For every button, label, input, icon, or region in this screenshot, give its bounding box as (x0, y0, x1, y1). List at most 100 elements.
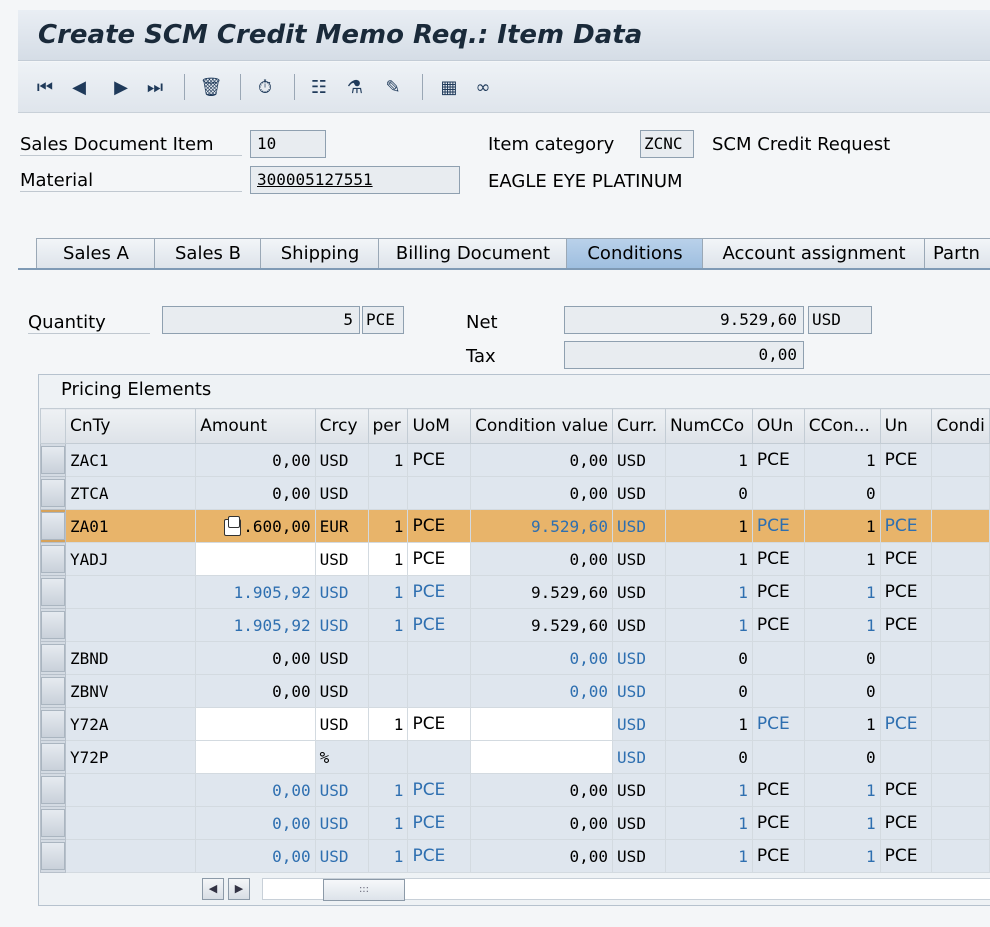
cell-amount[interactable] (195, 707, 316, 741)
cell-un[interactable]: PCE (879, 608, 933, 642)
cell-ccon[interactable]: 1 (803, 608, 881, 642)
cell-ccon[interactable]: 0 (803, 476, 881, 510)
cell-oun[interactable] (751, 476, 805, 510)
quantity-field[interactable]: 5 (162, 306, 360, 334)
cell-oun[interactable]: PCE (751, 443, 805, 477)
tab-sales-b[interactable]: Sales B (154, 238, 262, 269)
quantity-unit-field[interactable]: PCE (362, 306, 404, 334)
cell-curr[interactable]: USD (612, 476, 666, 510)
cell-condition-value[interactable]: 0,00 (470, 674, 614, 708)
cell-numcco[interactable]: 1 (664, 443, 753, 477)
row-selector[interactable] (40, 443, 66, 477)
delete-icon[interactable]: 🗑 (198, 74, 224, 100)
scrollbar-track[interactable]: ::: (262, 878, 990, 901)
horizontal-scrollbar[interactable]: ◀ ▶ ::: (200, 878, 990, 901)
calculator-icon[interactable]: ▦ (436, 74, 462, 100)
cell-condition-value[interactable]: 0,00 (470, 773, 614, 807)
col-header-cnty[interactable]: CnTy (64, 408, 197, 444)
cell-condition-value[interactable] (470, 707, 614, 741)
cell-condi[interactable] (931, 443, 990, 477)
cell-amount[interactable]: 0,00 (195, 773, 316, 807)
row-selector[interactable] (40, 740, 66, 774)
cell-oun[interactable]: PCE (751, 542, 805, 576)
cell-uom[interactable]: PCE (407, 608, 472, 642)
cell-condition-value[interactable]: 9.529,60 (470, 575, 614, 609)
cell-crcy[interactable]: USD (314, 674, 369, 708)
cell-uom[interactable]: PCE (407, 773, 472, 807)
prev-page-icon[interactable]: ◀ (66, 74, 92, 100)
cell-crcy[interactable]: USD (314, 806, 369, 840)
cell-oun[interactable]: PCE (751, 608, 805, 642)
cell-curr[interactable]: USD (612, 674, 666, 708)
cell-curr[interactable]: USD (612, 542, 666, 576)
col-header-condition-value[interactable]: Condition value (470, 408, 614, 444)
cell-curr[interactable]: USD (612, 773, 666, 807)
row-selector[interactable] (40, 806, 66, 840)
tab-shipping[interactable]: Shipping (260, 238, 380, 269)
cell-crcy[interactable]: USD (314, 641, 369, 675)
cell-crcy[interactable]: USD (314, 575, 369, 609)
cell-crcy[interactable]: USD (314, 608, 369, 642)
cell-cnty[interactable]: ZA01 (64, 509, 197, 543)
cell-amount[interactable]: 0,00 (195, 641, 316, 675)
cell-uom[interactable] (407, 476, 472, 510)
cell-condi[interactable] (931, 641, 990, 675)
cell-curr[interactable]: USD (612, 509, 666, 543)
cell-condition-value[interactable]: 0,00 (470, 806, 614, 840)
cell-condi[interactable] (931, 608, 990, 642)
row-selector[interactable] (40, 674, 66, 708)
cell-condition-value[interactable]: 0,00 (470, 641, 614, 675)
cell-crcy[interactable]: USD (314, 839, 369, 873)
cell-cnty[interactable] (64, 839, 197, 873)
cell-oun[interactable] (751, 641, 805, 675)
cell-numcco[interactable]: 0 (664, 674, 753, 708)
cell-per[interactable] (367, 674, 409, 708)
item-category-field[interactable]: ZCNC (640, 130, 694, 158)
cell-condi[interactable] (931, 707, 990, 741)
cell-curr[interactable]: USD (612, 641, 666, 675)
cell-ccon[interactable]: 1 (803, 806, 881, 840)
last-page-icon[interactable]: ⏭ (142, 74, 168, 100)
cell-cnty[interactable]: YADJ (64, 542, 197, 576)
cell-cnty[interactable]: ZBNV (64, 674, 197, 708)
col-header-per[interactable]: per (367, 408, 409, 444)
cell-oun[interactable]: PCE (751, 773, 805, 807)
cell-amount[interactable]: .600,00 (195, 509, 316, 543)
cell-cnty[interactable]: ZTCA (64, 476, 197, 510)
header-details-icon[interactable]: ⚗ (342, 74, 368, 100)
select-all-header[interactable] (40, 408, 66, 444)
cell-per[interactable]: 1 (367, 806, 409, 840)
cell-ccon[interactable]: 1 (803, 773, 881, 807)
cell-oun[interactable] (751, 740, 805, 774)
cell-ccon[interactable]: 1 (803, 575, 881, 609)
cell-oun[interactable]: PCE (751, 707, 805, 741)
row-selector[interactable] (40, 773, 66, 807)
glasses-icon[interactable]: ∞ (470, 74, 496, 100)
cell-condition-value[interactable]: 9.529,60 (470, 509, 614, 543)
row-selector[interactable] (40, 707, 66, 741)
cell-ccon[interactable]: 1 (803, 509, 881, 543)
cell-amount[interactable]: 0,00 (195, 476, 316, 510)
cell-curr[interactable]: USD (612, 839, 666, 873)
col-header-curr[interactable]: Curr. (612, 408, 666, 444)
tab-billing-document[interactable]: Billing Document (378, 238, 568, 269)
cell-oun[interactable]: PCE (751, 839, 805, 873)
col-header-ccon[interactable]: CCon... (803, 408, 881, 444)
cell-crcy[interactable]: USD (314, 443, 369, 477)
row-selector[interactable] (40, 476, 66, 510)
cell-un[interactable]: PCE (879, 773, 933, 807)
cell-un[interactable]: PCE (879, 509, 933, 543)
cell-per[interactable]: 1 (367, 839, 409, 873)
cell-numcco[interactable]: 1 (664, 575, 753, 609)
sales-doc-item-field[interactable]: 10 (250, 130, 326, 158)
cell-cnty[interactable] (64, 773, 197, 807)
cell-cnty[interactable]: Y72P (64, 740, 197, 774)
cell-un[interactable]: PCE (879, 575, 933, 609)
cell-condi[interactable] (931, 806, 990, 840)
tab-account-assignment[interactable]: Account assignment (702, 238, 926, 269)
cell-condition-value[interactable]: 0,00 (470, 542, 614, 576)
row-selector[interactable] (40, 575, 66, 609)
cell-per[interactable]: 1 (367, 542, 409, 576)
col-header-condi[interactable]: Condi (931, 408, 990, 444)
cell-curr[interactable]: USD (612, 575, 666, 609)
